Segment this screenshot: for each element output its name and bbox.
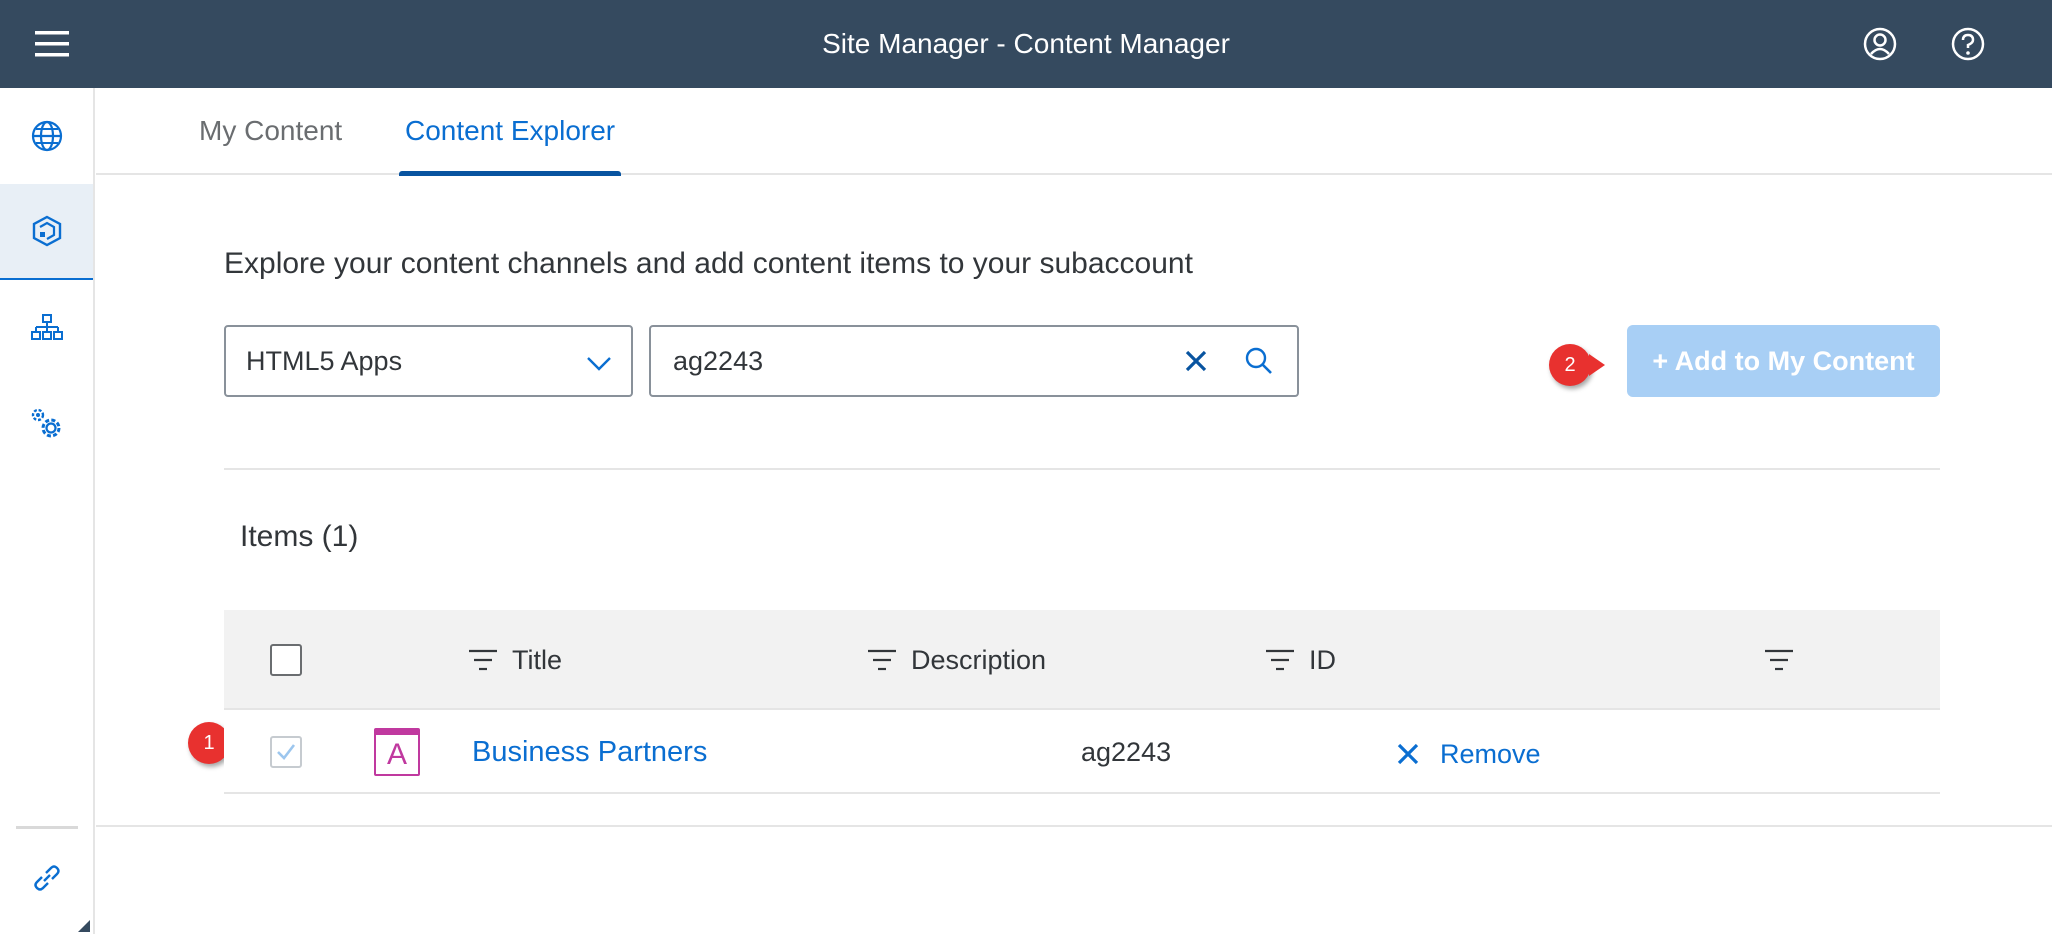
remove-button[interactable]: Remove bbox=[1396, 730, 1541, 778]
search-icon[interactable] bbox=[1239, 341, 1279, 381]
items-title: Items (1) bbox=[240, 520, 359, 553]
search-field bbox=[649, 325, 1299, 397]
section-divider bbox=[224, 468, 1940, 470]
help-icon[interactable] bbox=[1946, 22, 1990, 66]
row-id: ag2243 bbox=[1081, 737, 1172, 767]
nav-item-sites[interactable] bbox=[0, 88, 93, 184]
nav-divider bbox=[16, 826, 78, 829]
remove-label: Remove bbox=[1440, 738, 1541, 769]
column-header-id[interactable]: ID bbox=[1265, 610, 1336, 710]
settings-gears-icon bbox=[31, 408, 60, 438]
shell-bar: Site Manager - Content Manager bbox=[0, 0, 2052, 88]
panel-bottom-divider bbox=[96, 825, 2052, 827]
tab-bar: My Content Content Explorer bbox=[96, 88, 2052, 176]
shell-title: Site Manager - Content Manager bbox=[822, 28, 1230, 59]
table-row[interactable]: A Business Partners ag2243 Remove bbox=[224, 712, 1940, 794]
channel-select-value: HTML5 Apps bbox=[246, 346, 403, 376]
channel-select[interactable]: HTML5 Apps bbox=[224, 325, 633, 397]
checkmark-icon bbox=[277, 744, 296, 760]
content-package-icon bbox=[32, 215, 61, 247]
column-header-title-label: Title bbox=[512, 644, 563, 675]
hierarchy-icon bbox=[30, 314, 63, 340]
nav-item-hierarchy[interactable] bbox=[0, 280, 93, 376]
row-checkbox[interactable] bbox=[270, 736, 302, 768]
filter-icon bbox=[1765, 649, 1793, 671]
sidebar-resize-corner bbox=[78, 920, 90, 932]
column-header-id-label: ID bbox=[1309, 644, 1336, 675]
nav-item-links[interactable] bbox=[0, 838, 93, 918]
html5-app-icon: A bbox=[374, 728, 420, 776]
filter-icon bbox=[1266, 649, 1294, 671]
row-title-link[interactable]: Business Partners bbox=[472, 712, 707, 792]
close-icon bbox=[1397, 743, 1419, 765]
column-header-description-label: Description bbox=[911, 644, 1047, 675]
table-header: Title Description ID bbox=[224, 610, 1940, 710]
nav-item-content-manager[interactable] bbox=[0, 184, 93, 280]
filter-icon bbox=[868, 649, 896, 671]
nav-item-settings[interactable] bbox=[0, 376, 93, 472]
link-icon bbox=[33, 865, 60, 891]
select-all-checkbox[interactable] bbox=[270, 644, 302, 676]
page-subtitle: Explore your content channels and add co… bbox=[224, 247, 1193, 280]
column-header-actions[interactable] bbox=[1764, 610, 1808, 710]
user-profile-icon[interactable] bbox=[1858, 22, 1902, 66]
chevron-down-icon bbox=[587, 357, 611, 371]
side-navigation bbox=[0, 88, 95, 934]
filter-icon bbox=[469, 649, 497, 671]
callout-marker-2: 2 bbox=[1549, 344, 1605, 386]
tab-content-explorer[interactable]: Content Explorer bbox=[398, 88, 622, 176]
tab-my-content[interactable]: My Content bbox=[199, 88, 342, 175]
add-to-my-content-button[interactable]: + Add to My Content bbox=[1627, 325, 1940, 397]
content-explorer-panel: Explore your content channels and add co… bbox=[96, 177, 2052, 827]
search-input[interactable] bbox=[673, 327, 1153, 395]
column-header-description[interactable]: Description bbox=[867, 610, 1046, 710]
clear-icon[interactable] bbox=[1176, 341, 1216, 381]
column-header-title[interactable]: Title bbox=[468, 610, 562, 710]
globe-icon bbox=[31, 120, 62, 152]
